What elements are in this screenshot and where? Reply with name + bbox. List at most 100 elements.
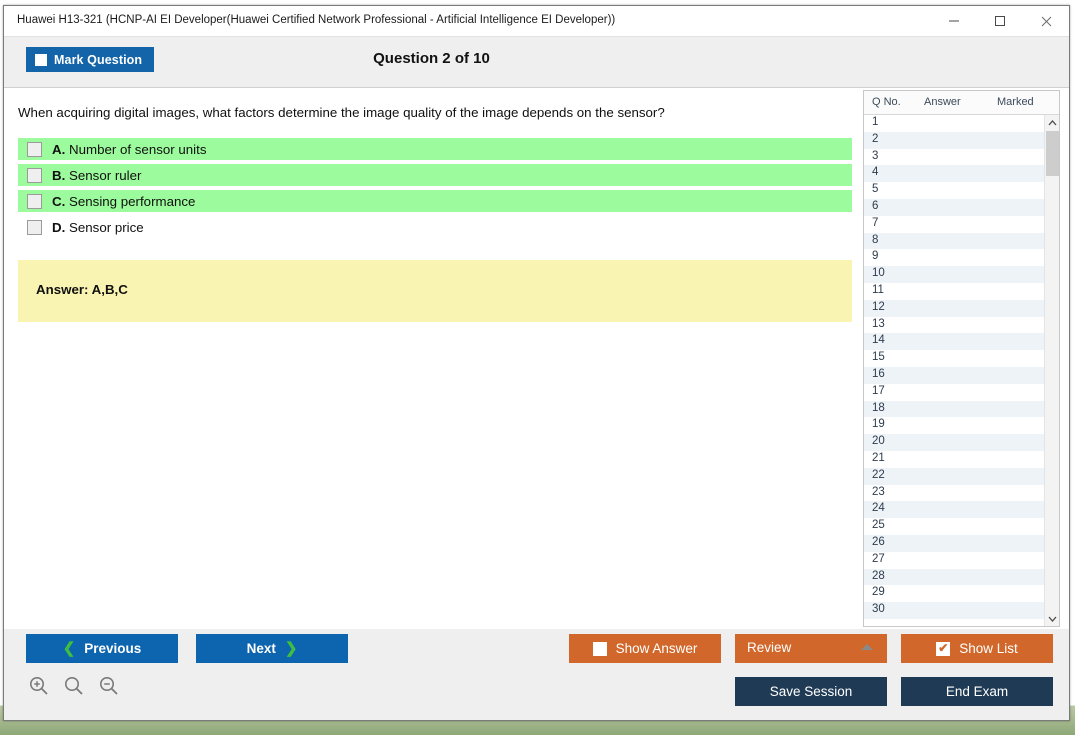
question-list-row-number: 19 [872,418,885,430]
show-list-checkbox[interactable]: ✔ [936,642,950,656]
option-a-checkbox[interactable] [27,142,42,157]
question-list-row[interactable]: 3 [864,149,1044,166]
title-bar: Huawei H13-321 (HCNP-AI EI Developer(Hua… [4,6,1069,37]
question-list-row[interactable]: 14 [864,333,1044,350]
mark-question-label: Mark Question [54,53,142,67]
answer-options-list: A. Number of sensor units B. Sensor rule… [18,138,852,242]
question-list-row[interactable]: 5 [864,182,1044,199]
show-list-button[interactable]: ✔ Show List [901,634,1053,663]
show-answer-button[interactable]: Show Answer [569,634,721,663]
option-b[interactable]: B. Sensor ruler [18,164,852,186]
chevron-up-icon [861,644,873,650]
question-list-row-number: 17 [872,385,885,397]
previous-button[interactable]: ❮ Previous [26,634,178,663]
option-c-checkbox[interactable] [27,194,42,209]
question-list-rows[interactable]: 1234567891011121314151617181920212223242… [864,115,1044,626]
option-a[interactable]: A. Number of sensor units [18,138,852,160]
close-icon [1040,15,1053,28]
question-list-scrollbar[interactable] [1044,115,1059,626]
maximize-button[interactable] [977,6,1023,36]
scroll-down-icon[interactable] [1045,611,1059,626]
question-list-row[interactable]: 19 [864,417,1044,434]
review-label: Review [747,640,791,655]
question-list-row-number: 27 [872,553,885,565]
question-list-row-number: 20 [872,435,885,447]
question-list-row[interactable]: 8 [864,233,1044,250]
question-list-row-number: 26 [872,536,885,548]
question-list-row[interactable]: 16 [864,367,1044,384]
maximize-icon [994,15,1006,27]
question-list-row[interactable]: 23 [864,485,1044,502]
column-header-answer: Answer [924,96,961,108]
question-list-row-number: 16 [872,368,885,380]
question-list-row[interactable]: 20 [864,434,1044,451]
question-list-row-number: 29 [872,586,885,598]
question-counter-text: Question 2 of 10 [373,50,490,67]
mark-question-button[interactable]: Mark Question [26,47,154,72]
question-list-row[interactable]: 9 [864,249,1044,266]
question-list-row[interactable]: 26 [864,535,1044,552]
option-b-checkbox[interactable] [27,168,42,183]
scrollbar-thumb[interactable] [1046,131,1059,176]
question-list-panel: Q No. Answer Marked 12345678910111213141… [863,90,1060,627]
question-list-row[interactable]: 12 [864,300,1044,317]
question-list-row[interactable]: 25 [864,518,1044,535]
question-list-row[interactable]: 30 [864,602,1044,619]
question-list-row-number: 23 [872,486,885,498]
question-list-row-number: 22 [872,469,885,481]
question-list-row-number: 7 [872,217,878,229]
answer-text: Answer: A,B,C [36,282,128,297]
question-list-row[interactable]: 24 [864,501,1044,518]
question-list-row[interactable]: 4 [864,165,1044,182]
option-c[interactable]: C. Sensing performance [18,190,852,212]
question-list-row-number: 9 [872,250,878,262]
column-header-qno: Q No. [872,96,901,108]
question-list-row-number: 3 [872,150,878,162]
question-list-row-number: 11 [872,284,884,296]
column-header-marked: Marked [997,96,1034,108]
option-d[interactable]: D. Sensor price [18,216,852,238]
question-list-row[interactable]: 6 [864,199,1044,216]
question-list-header: Q No. Answer Marked [864,91,1059,115]
next-button[interactable]: Next ❯ [196,634,348,663]
question-list-row[interactable]: 21 [864,451,1044,468]
question-list-row-number: 1 [872,116,878,128]
question-list-row[interactable]: 17 [864,384,1044,401]
option-c-text: C. Sensing performance [52,194,195,209]
question-list-row-number: 14 [872,334,885,346]
option-d-text: D. Sensor price [52,220,144,235]
chevron-right-icon: ❯ [285,641,298,656]
question-list-row-number: 5 [872,183,878,195]
show-answer-label: Show Answer [616,641,698,656]
question-list-row[interactable]: 22 [864,468,1044,485]
question-list-row[interactable]: 29 [864,585,1044,602]
header-bar: Mark Question Question 2 of 10 [4,37,1069,88]
question-list-row[interactable]: 15 [864,350,1044,367]
question-list-row[interactable]: 2 [864,132,1044,149]
question-counter: Question 2 of 10 [4,50,1069,67]
question-list-row[interactable]: 18 [864,401,1044,418]
review-dropdown[interactable]: Review [735,634,887,663]
question-list-row[interactable]: 13 [864,317,1044,334]
option-d-checkbox[interactable] [27,220,42,235]
question-list-row[interactable]: 28 [864,569,1044,586]
end-exam-button[interactable]: End Exam [901,677,1053,706]
scroll-up-icon[interactable] [1045,115,1059,130]
question-list-row[interactable]: 10 [864,266,1044,283]
question-list-row-number: 15 [872,351,885,363]
zoom-in-icon[interactable] [28,675,52,699]
minimize-button[interactable] [931,6,977,36]
question-list-row[interactable]: 11 [864,283,1044,300]
save-session-button[interactable]: Save Session [735,677,887,706]
question-list-row[interactable]: 1 [864,115,1044,132]
show-answer-checkbox[interactable] [593,642,607,656]
question-list-row[interactable]: 7 [864,216,1044,233]
mark-question-checkbox[interactable] [35,54,47,66]
zoom-out-icon[interactable] [98,675,122,699]
zoom-icon[interactable] [63,675,87,699]
close-button[interactable] [1023,6,1069,36]
question-list-row-number: 25 [872,519,885,531]
question-list-row-number: 6 [872,200,878,212]
question-list-row-number: 28 [872,570,885,582]
question-list-row[interactable]: 27 [864,552,1044,569]
